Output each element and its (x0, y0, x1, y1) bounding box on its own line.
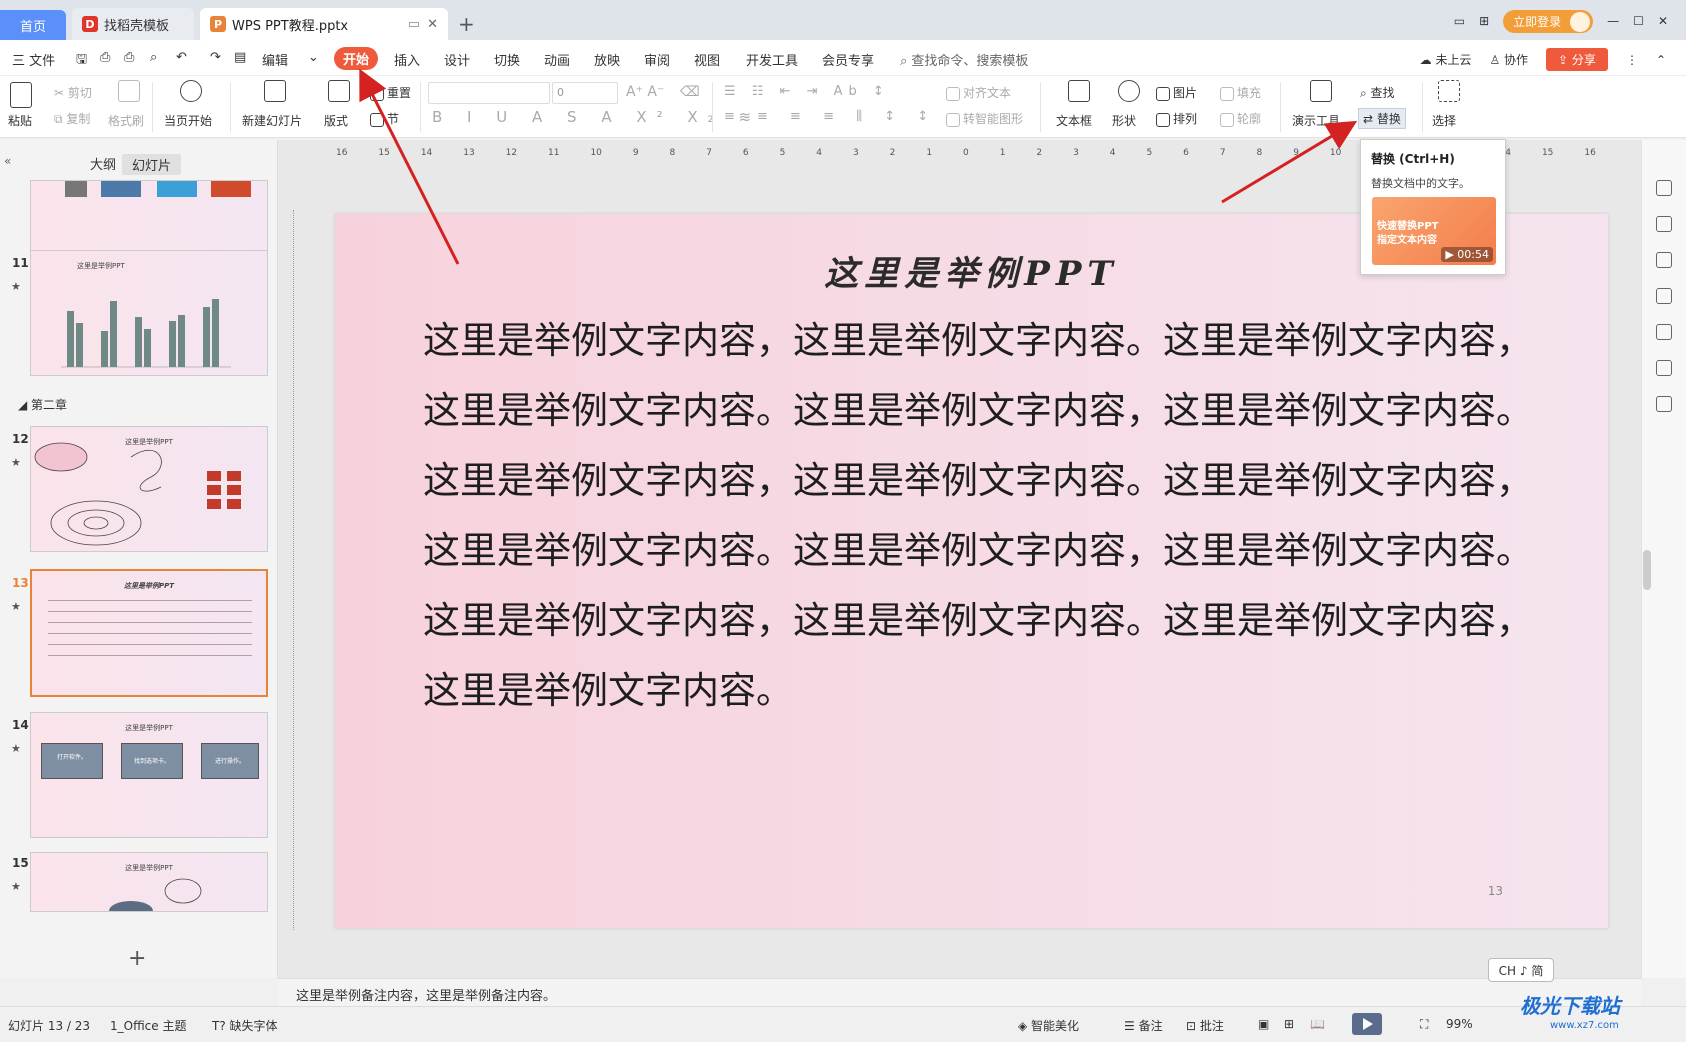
missing-font-button[interactable]: T? 缺失字体 (212, 1017, 278, 1034)
beautify-label: 智能美化 (1031, 1019, 1080, 1033)
beautify-button[interactable]: ◈ 智能美化 (1018, 1017, 1079, 1034)
notes-toggle[interactable]: ☰ 备注 (1124, 1017, 1163, 1034)
reading-view-icon[interactable]: 📖 (1310, 1017, 1325, 1031)
annotation-arrows (359, 68, 1358, 265)
status-bar: 幻灯片 13 / 23 1_Office 主题 T? 缺失字体 ◈ 智能美化 ☰… (0, 1006, 1686, 1042)
sorter-view-icon[interactable]: ⊞ (1284, 1017, 1294, 1031)
font-icon: T? (212, 1019, 230, 1033)
notes-icon: ☰ (1124, 1019, 1139, 1033)
comments-label: 批注 (1199, 1019, 1224, 1033)
notes-pane[interactable]: 这里是举例备注内容，这里是举例备注内容。 (278, 978, 1641, 1006)
beautify-icon: ◈ (1018, 1019, 1032, 1033)
notes-text[interactable]: 这里是举例备注内容，这里是举例备注内容。 (296, 985, 556, 1004)
watermark-url: www.xz7.com (1550, 1020, 1619, 1031)
zoom-level[interactable]: 99% (1446, 1017, 1473, 1031)
notes-label: 备注 (1138, 1019, 1163, 1033)
missing-font-label: 缺失字体 (229, 1019, 278, 1033)
comments-toggle[interactable]: ⊡ 批注 (1186, 1017, 1224, 1034)
play-slideshow-button[interactable] (1352, 1013, 1382, 1035)
normal-view-icon[interactable]: ▣ (1258, 1017, 1269, 1031)
fit-window-icon[interactable]: ⛶ (1420, 1017, 1428, 1032)
ime-indicator[interactable]: CH ♪ 简 (1488, 958, 1554, 982)
comment-icon: ⊡ (1186, 1019, 1200, 1033)
theme-name[interactable]: 1_Office 主题 (110, 1017, 186, 1034)
slide-counter: 幻灯片 13 / 23 (8, 1019, 91, 1033)
watermark-logo: 极光下载站 (1520, 994, 1620, 1018)
